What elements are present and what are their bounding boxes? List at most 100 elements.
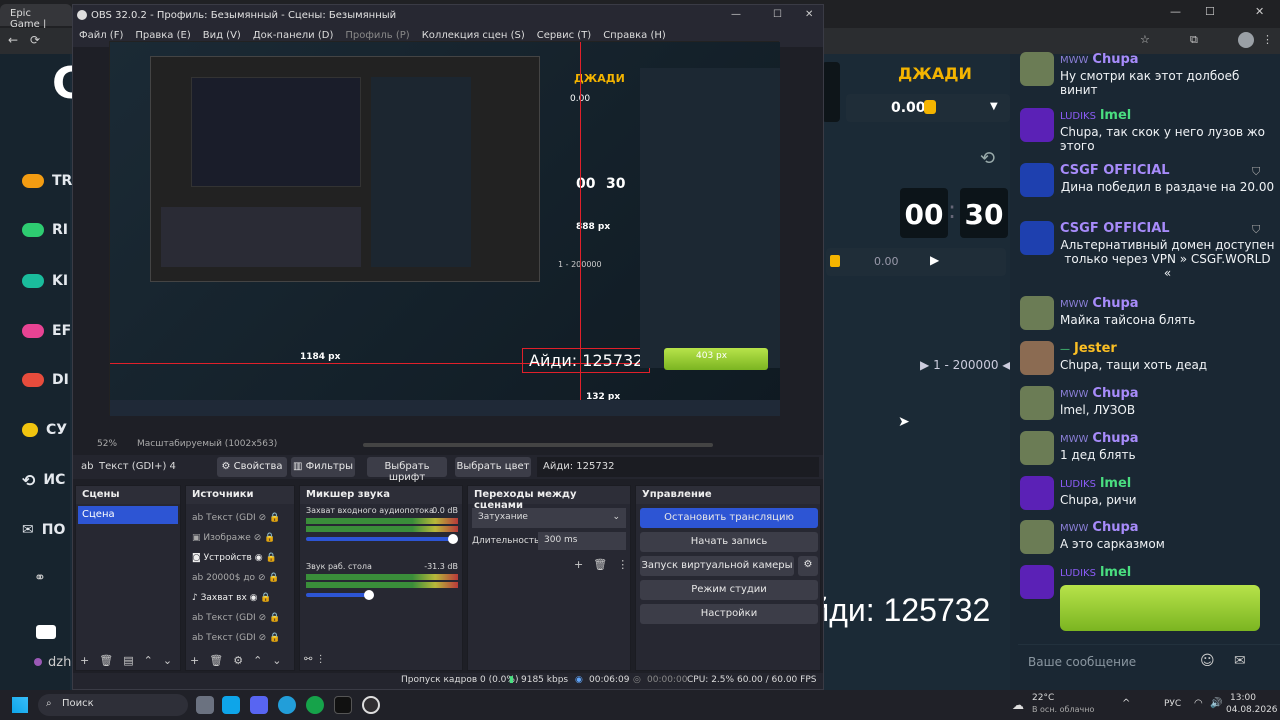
maximize-icon[interactable]: ☐	[1205, 5, 1215, 18]
scale-mode[interactable]: Масштабируемый (1002x563)	[137, 439, 277, 449]
chat-author[interactable]: — Jester	[1060, 341, 1117, 356]
eye-icon[interactable]: ◉	[250, 593, 258, 603]
lock-icon[interactable]: 🔒	[269, 613, 280, 623]
more-icon[interactable]: ⋮	[316, 654, 326, 665]
filters-button[interactable]: ▥ Фильтры	[291, 457, 355, 477]
add-icon[interactable]: +	[80, 654, 89, 667]
history-icon[interactable]: ⟲	[980, 148, 995, 169]
play-icon[interactable]: ▶	[930, 253, 939, 267]
eye-off-icon[interactable]: ⊘	[254, 533, 262, 543]
filter-icon[interactable]: ▤	[123, 654, 133, 667]
language-indicator[interactable]: РУС	[1164, 699, 1181, 709]
edge-icon[interactable]	[306, 696, 324, 714]
eye-off-icon[interactable]: ⊘	[259, 633, 267, 643]
source-item[interactable]: ab 20000$ до ⊘ 🔒	[192, 568, 292, 588]
zoom-level[interactable]: 52%	[97, 439, 117, 449]
volume-slider[interactable]	[306, 534, 458, 544]
reload-icon[interactable]: ⟳	[30, 33, 40, 47]
horizontal-scrollbar[interactable]	[363, 443, 713, 447]
store-icon[interactable]	[222, 696, 240, 714]
chat-author[interactable]: CSGF OFFICIAL	[1060, 163, 1170, 178]
eye-icon[interactable]: ◉	[255, 553, 263, 563]
move-down-icon[interactable]: ⌄	[272, 654, 281, 667]
menu-icon[interactable]: ⋮	[1262, 33, 1273, 46]
close-icon[interactable]: ✕	[805, 9, 813, 20]
wifi-icon[interactable]: ◠	[1194, 698, 1203, 709]
select-color-button[interactable]: Выбрать цвет	[455, 457, 531, 477]
nav-item-ef[interactable]: EF	[22, 320, 78, 342]
weather-desc[interactable]: В осн. облачно	[1032, 705, 1094, 714]
source-item[interactable]: ◙ Устройств ◉ 🔒	[192, 548, 292, 568]
chat-author[interactable]: LUDIKS lmel	[1060, 565, 1131, 580]
chat-author[interactable]: MWW Chupa	[1060, 431, 1139, 446]
chat-author[interactable]: MWW Chupa	[1060, 52, 1139, 67]
browser-tab[interactable]: Epic Game |	[0, 4, 72, 30]
move-down-icon[interactable]: ⌄	[163, 654, 172, 667]
scene-item[interactable]: Сцена	[78, 506, 178, 524]
source-item[interactable]: ab Текст (GDI ⊘ 🔒	[192, 508, 292, 528]
nav-item-di[interactable]: DI	[22, 369, 78, 391]
telegram-icon[interactable]	[278, 696, 296, 714]
virtual-camera-settings-icon[interactable]: ⚙	[798, 556, 818, 576]
send-icon[interactable]: ✉	[1234, 653, 1246, 669]
chat-author[interactable]: MWW Chupa	[1060, 296, 1139, 311]
chat-author[interactable]: MWW Chupa	[1060, 520, 1139, 535]
settings-button[interactable]: Настройки	[640, 604, 818, 624]
studio-mode-button[interactable]: Режим студии	[640, 580, 818, 600]
add-icon[interactable]: +	[190, 654, 199, 667]
lock-icon[interactable]: 🔒	[265, 553, 276, 563]
profile-avatar[interactable]	[1238, 32, 1254, 48]
minimize-icon[interactable]: —	[1170, 5, 1181, 18]
bet-input[interactable]: 0.00 ▶	[826, 248, 1006, 276]
user-footer[interactable]: dzh	[34, 655, 71, 670]
nav-item-ki[interactable]: KI	[22, 270, 78, 292]
obs-icon[interactable]	[362, 696, 380, 714]
stop-streaming-button[interactable]: Остановить трансляцию	[640, 508, 818, 528]
extensions-icon[interactable]: ⧉	[1190, 33, 1198, 47]
chat-author[interactable]: MWW Chupa	[1060, 386, 1139, 401]
gear-icon[interactable]: ⚙	[233, 654, 243, 667]
volume-icon[interactable]: 🔊	[1210, 698, 1222, 709]
move-up-icon[interactable]: ⌃	[253, 654, 262, 667]
lock-icon[interactable]: 🔒	[269, 513, 280, 523]
preview-id-text[interactable]: Айди: 125732	[522, 348, 651, 373]
transition-select[interactable]: Затухание ⌄	[472, 508, 626, 528]
nav-item-ri[interactable]: RI	[22, 219, 78, 241]
discord-icon[interactable]	[250, 696, 268, 714]
start-icon[interactable]	[12, 697, 28, 713]
clock-time[interactable]: 13:00	[1230, 693, 1256, 703]
maximize-icon[interactable]: ☐	[773, 9, 782, 20]
chat-author[interactable]: LUDIKS lmel	[1060, 476, 1131, 491]
trash-icon[interactable]: 🗑	[99, 654, 113, 667]
balance-box[interactable]: 0.00 ▼	[846, 94, 1010, 122]
lock-icon[interactable]: 🔒	[260, 593, 271, 603]
lock-icon[interactable]: 🔒	[269, 633, 280, 643]
close-icon[interactable]: ✕	[1255, 5, 1264, 18]
lock-icon[interactable]: 🔒	[268, 573, 279, 583]
emoji-icon[interactable]: ☺	[1200, 653, 1215, 669]
move-up-icon[interactable]: ⌃	[144, 654, 153, 667]
duration-input[interactable]: 300 ms	[538, 532, 626, 550]
handshake-icon[interactable]: ⚭	[34, 570, 46, 586]
lock-icon[interactable]: 🔒	[264, 533, 275, 543]
slider-handle[interactable]	[364, 590, 375, 600]
chat-author[interactable]: CSGF OFFICIAL	[1060, 221, 1170, 236]
source-item[interactable]: ▣ Изображе ⊘ 🔒	[192, 528, 292, 548]
nav-item-is[interactable]: ⟲ ИС	[22, 469, 78, 491]
eye-off-icon[interactable]: ⊘	[259, 513, 267, 523]
start-recording-button[interactable]: Начать запись	[640, 532, 818, 552]
volume-slider[interactable]	[306, 590, 375, 600]
youtube-icon[interactable]	[36, 625, 56, 639]
task-view-icon[interactable]	[196, 696, 214, 714]
slider-handle[interactable]	[448, 534, 458, 544]
taskbar-search[interactable]: ⌕ Поиск	[38, 694, 188, 716]
dropdown-icon[interactable]: ▼	[990, 101, 998, 112]
select-font-button[interactable]: Выбрать шрифт	[367, 457, 447, 483]
eye-off-icon[interactable]: ⊘	[259, 613, 267, 623]
source-item[interactable]: ab Текст (GDI ⊘ 🔒	[192, 628, 292, 648]
properties-button[interactable]: ⚙ Свойства	[217, 457, 287, 477]
bookmark-icon[interactable]: ☆	[1140, 33, 1150, 46]
text-value-field[interactable]: Айди: 125732	[537, 457, 819, 477]
nav-item-su[interactable]: СУ	[22, 419, 78, 441]
more-icon[interactable]: ⋮	[617, 558, 628, 571]
